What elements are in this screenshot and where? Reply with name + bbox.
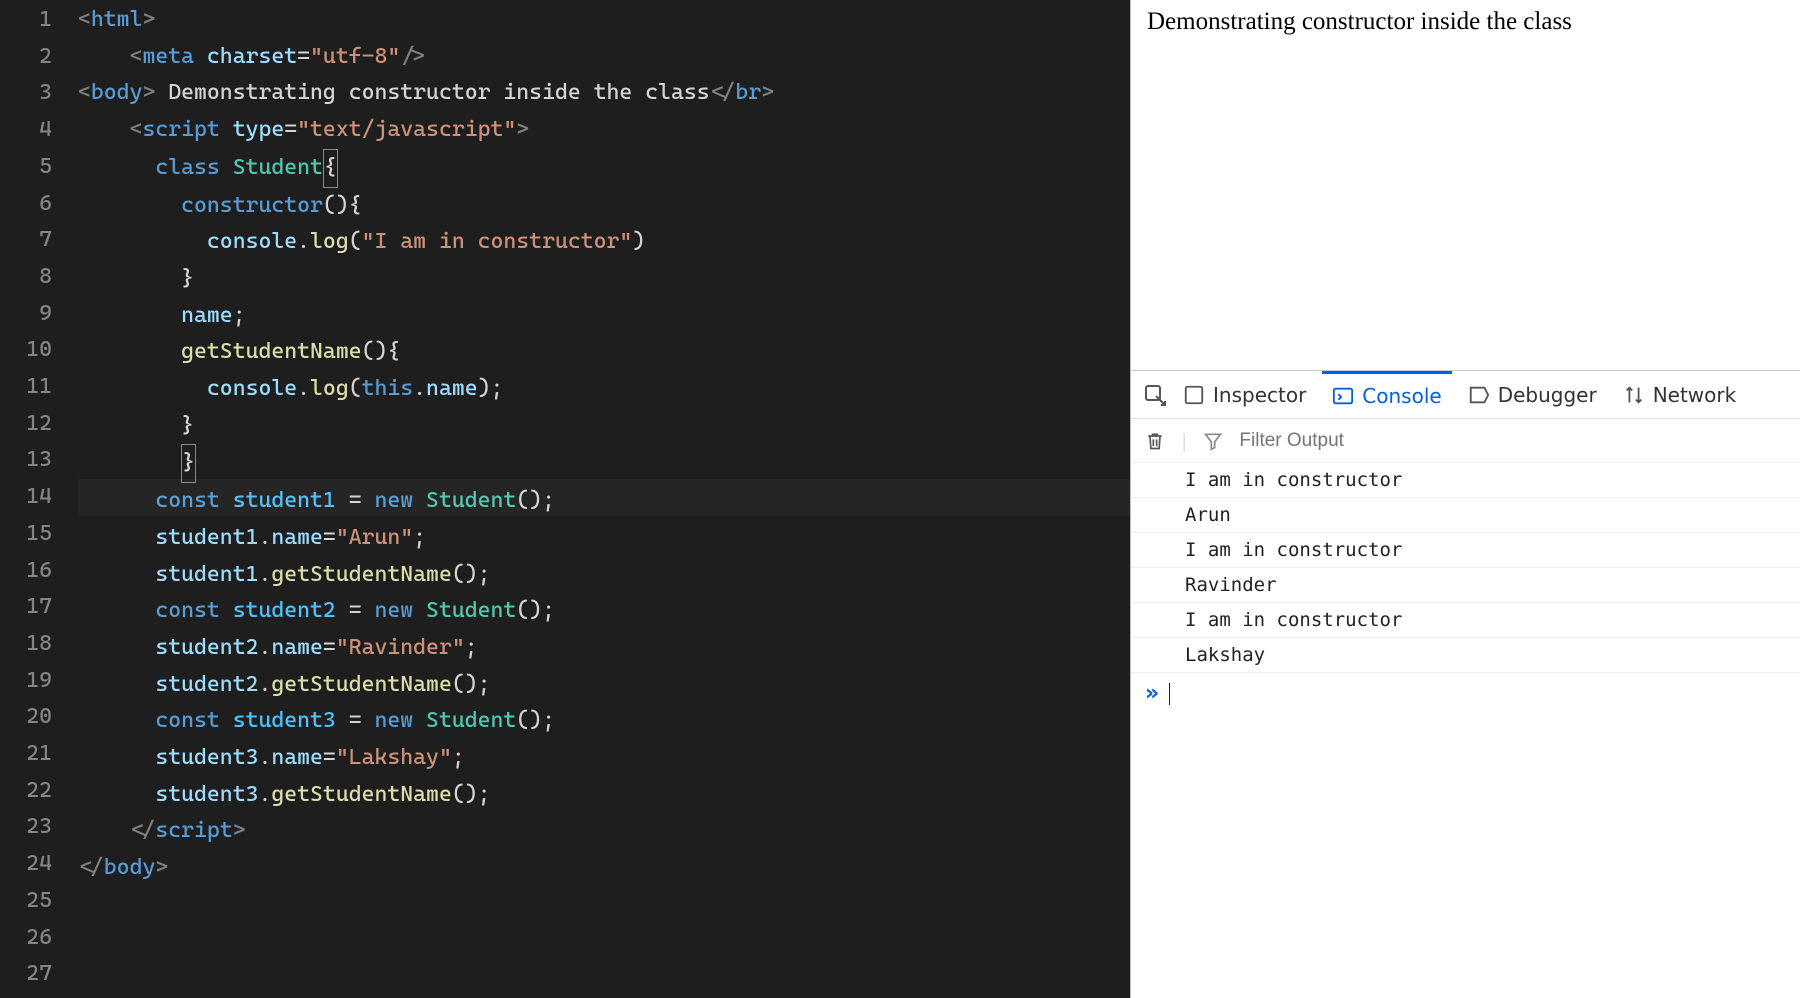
console-input-prompt[interactable]: » [1131, 673, 1800, 714]
line-number: 13 [0, 442, 78, 479]
line-number: 17 [0, 589, 78, 626]
network-icon [1623, 384, 1645, 406]
devtools-panel: Inspector Console Debugger Network [1131, 370, 1800, 998]
debugger-icon [1468, 384, 1490, 406]
code-line[interactable]: console.log(this.name); [78, 371, 1130, 408]
line-number: 6 [0, 186, 78, 223]
line-number: 5 [0, 149, 78, 186]
browser-preview-pane: Demonstrating constructor inside the cla… [1130, 0, 1800, 998]
rendered-page: Demonstrating constructor inside the cla… [1131, 0, 1800, 370]
tab-debugger-label: Debugger [1498, 383, 1597, 407]
code-line[interactable]: } [78, 261, 1130, 298]
code-line[interactable]: console.log("I am in constructor") [78, 224, 1130, 261]
code-line[interactable]: student1.getStudentName(); [78, 557, 1130, 594]
line-number: 15 [0, 516, 78, 553]
line-number: 1 [0, 2, 78, 39]
code-line[interactable]: const student3 = new Student(); [78, 703, 1130, 740]
console-icon [1332, 385, 1354, 407]
line-number: 19 [0, 663, 78, 700]
line-number-gutter: 1234567891011121314151617181920212223242… [0, 0, 78, 998]
tab-inspector[interactable]: Inspector [1173, 371, 1316, 418]
console-input-caret [1169, 683, 1170, 705]
line-number: 10 [0, 332, 78, 369]
line-number: 25 [0, 883, 78, 920]
filter-output-input[interactable] [1239, 430, 1786, 452]
line-number: 18 [0, 626, 78, 663]
console-log-row: I am in constructor [1131, 533, 1800, 568]
code-line[interactable]: getStudentName(){ [78, 334, 1130, 371]
line-number: 4 [0, 112, 78, 149]
line-number: 20 [0, 699, 78, 736]
inspector-icon [1183, 384, 1205, 406]
code-line[interactable]: <html> [78, 2, 1130, 39]
trash-icon[interactable] [1145, 430, 1165, 452]
code-line[interactable]: student1.name="Arun"; [78, 520, 1130, 557]
line-number: 21 [0, 736, 78, 773]
tab-console-label: Console [1362, 384, 1441, 408]
line-number: 9 [0, 296, 78, 333]
line-number: 11 [0, 369, 78, 406]
code-line[interactable]: <body> Demonstrating constructor inside … [78, 75, 1130, 112]
code-line[interactable]: const student2 = new Student(); [78, 593, 1130, 630]
tab-network-label: Network [1653, 383, 1737, 407]
code-line[interactable]: student3.getStudentName(); [78, 777, 1130, 814]
line-number: 22 [0, 773, 78, 810]
line-number: 27 [0, 956, 78, 993]
console-log-row: I am in constructor [1131, 603, 1800, 638]
line-number: 12 [0, 406, 78, 443]
code-line[interactable]: student2.getStudentName(); [78, 667, 1130, 704]
code-line[interactable]: student3.name="Lakshay"; [78, 740, 1130, 777]
line-number: 14 [0, 479, 78, 516]
console-log-row: Lakshay [1131, 638, 1800, 673]
code-line[interactable]: } [78, 408, 1130, 445]
code-line[interactable]: </script> [78, 813, 1130, 850]
console-log-row: I am in constructor [1131, 463, 1800, 498]
console-output: I am in constructorArunI am in construct… [1131, 463, 1800, 673]
line-number: 3 [0, 75, 78, 112]
tab-console[interactable]: Console [1322, 371, 1451, 418]
code-line[interactable]: name; [78, 298, 1130, 335]
code-line[interactable]: class Student{ [78, 149, 1130, 188]
funnel-icon[interactable] [1203, 431, 1223, 451]
line-number: 8 [0, 259, 78, 296]
element-picker-icon[interactable] [1143, 383, 1167, 407]
code-editor[interactable]: 1234567891011121314151617181920212223242… [0, 0, 1130, 998]
devtools-tabbar: Inspector Console Debugger Network [1131, 371, 1800, 419]
code-area[interactable]: <html> <meta charset="utf-8"/><body> Dem… [78, 0, 1130, 998]
tab-network[interactable]: Network [1613, 371, 1747, 418]
code-line[interactable]: <script type="text/javascript"> [78, 112, 1130, 149]
line-number: 7 [0, 222, 78, 259]
console-log-row: Ravinder [1131, 568, 1800, 603]
code-line[interactable]: student2.name="Ravinder"; [78, 630, 1130, 667]
page-body-text: Demonstrating constructor inside the cla… [1147, 8, 1572, 35]
code-line[interactable]: </body> [78, 850, 1130, 887]
line-number: 24 [0, 846, 78, 883]
prompt-chevrons-icon: » [1145, 681, 1159, 706]
code-line[interactable]: <meta charset="utf-8"/> [78, 39, 1130, 76]
console-toolbar: | [1131, 419, 1800, 463]
line-number: 2 [0, 39, 78, 76]
line-number: 23 [0, 809, 78, 846]
code-line[interactable]: } [78, 444, 1130, 483]
console-log-row: Arun [1131, 498, 1800, 533]
tab-debugger[interactable]: Debugger [1458, 371, 1607, 418]
line-number: 16 [0, 553, 78, 590]
line-number: 26 [0, 920, 78, 957]
tab-inspector-label: Inspector [1213, 383, 1306, 407]
code-line[interactable]: constructor(){ [78, 188, 1130, 225]
